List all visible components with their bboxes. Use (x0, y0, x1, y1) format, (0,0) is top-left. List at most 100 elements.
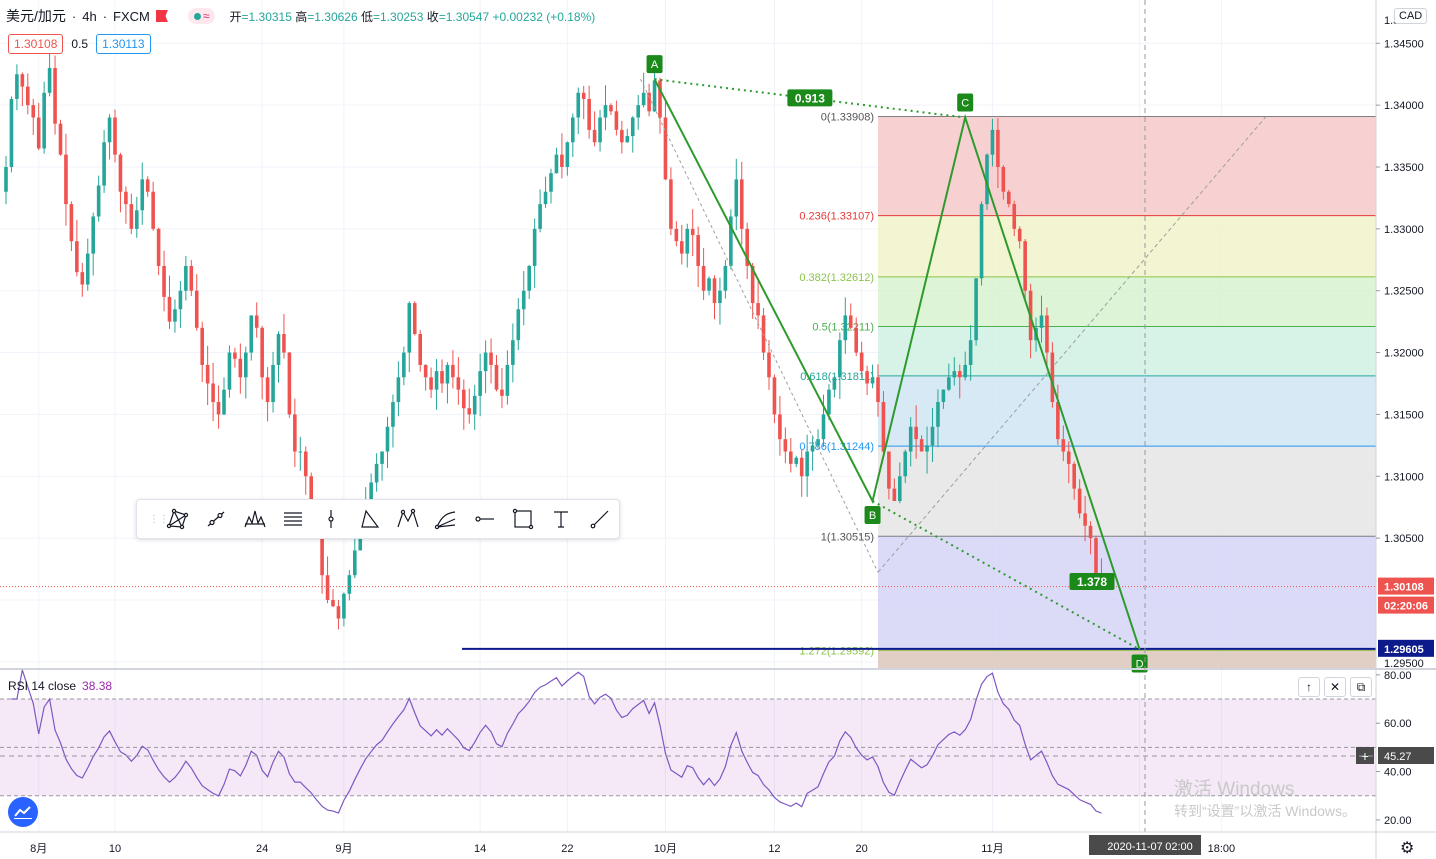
time-tick-label: 22 (561, 843, 573, 855)
candle-body (489, 352, 493, 365)
candle-body (739, 179, 744, 229)
candle-body (271, 364, 275, 403)
time-tick-label: 10月 (654, 843, 677, 855)
candle-body (36, 117, 41, 149)
candle-body (843, 315, 848, 341)
candle-body (598, 117, 602, 143)
candle-body (173, 309, 177, 322)
flag-icon[interactable] (155, 10, 168, 22)
drag-handle-icon[interactable]: ⋮⋮ (149, 514, 169, 525)
time-tick-label: 18:00 (1208, 843, 1236, 855)
candle-body (483, 352, 488, 372)
move-up-icon[interactable]: ↑ (1298, 677, 1320, 697)
fib-fan-icon[interactable] (427, 503, 465, 535)
candle-body (429, 377, 433, 390)
rsi-tick-label: 80.00 (1384, 670, 1412, 682)
price-tick-label: 1.30500 (1384, 533, 1424, 545)
horizontal-ray-icon[interactable] (466, 503, 504, 535)
ohlc-values: 开=1.30315 高=1.30626 低=1.30253 收=1.30547 … (229, 8, 595, 25)
candle-body (903, 451, 908, 477)
point-b-label: B (869, 510, 876, 522)
candle-body (538, 204, 542, 229)
candle-body (576, 92, 581, 118)
candle-body (287, 352, 292, 415)
candle-body (1017, 228, 1022, 242)
candle-body (407, 303, 412, 353)
time-tick-label: 10 (109, 843, 121, 855)
sell-price-button[interactable]: 1.30108 (8, 34, 64, 54)
candle-body (641, 92, 646, 106)
fib-level-label: 0.786(1.31244) (799, 441, 874, 453)
separator-dot: · (102, 8, 108, 24)
candle-body (118, 154, 123, 192)
candle-body (957, 371, 962, 378)
candle-body (260, 327, 264, 378)
parallel-lines-icon[interactable] (274, 503, 312, 535)
candle-body (979, 204, 984, 279)
vertical-line-icon[interactable] (312, 503, 350, 535)
head-shoulders-icon[interactable] (236, 503, 274, 535)
fib-zone (878, 276, 1376, 327)
rsi-tick-label: 40.00 (1384, 767, 1412, 779)
rsi-title[interactable]: RSI 14 close (8, 679, 76, 693)
ray-icon[interactable] (581, 503, 619, 535)
candle-body (347, 575, 352, 594)
price-tick-label: 1.31000 (1384, 471, 1424, 483)
candle-body (789, 451, 793, 464)
status-pill[interactable]: ≈ (187, 8, 216, 24)
candle-body (31, 105, 36, 118)
currency-button[interactable]: CAD (1394, 8, 1428, 24)
candle-body (293, 414, 297, 452)
abcd-pattern-icon[interactable] (351, 503, 389, 535)
candle-body (1094, 538, 1098, 576)
interval-label[interactable]: 4h (82, 9, 96, 24)
candle-body (336, 606, 341, 619)
candle-body (712, 278, 717, 304)
ratio-label-ac: 0.913 (795, 91, 825, 105)
drawing-toolbar: ⋮⋮ (136, 499, 620, 539)
candle-body (385, 426, 390, 452)
high-label: 高 (295, 9, 308, 24)
text-icon[interactable] (542, 503, 580, 535)
candle-body (805, 451, 809, 477)
rsi-pane (0, 669, 1376, 814)
candle-body (799, 457, 804, 477)
xabcd-pattern-icon[interactable] (159, 503, 197, 535)
trend-line-icon[interactable] (197, 503, 235, 535)
candle-body (1012, 204, 1017, 229)
symbol-name[interactable]: 美元/加元 (6, 6, 66, 26)
chart-canvas[interactable]: 0(1.33908) 0.236(1.33107) 0.382(1.32612) 0.… (0, 0, 1436, 859)
buy-price-button[interactable]: 1.30113 (96, 34, 151, 54)
price-tick-label: 1.32000 (1384, 348, 1424, 360)
candle-body (908, 426, 913, 452)
candle-body (58, 123, 63, 155)
gear-icon[interactable]: ⚙ (1400, 838, 1414, 858)
candle-body (467, 408, 472, 415)
candle-body (914, 426, 918, 440)
candle-body (609, 105, 613, 112)
candle-body (827, 389, 831, 415)
candle-body (320, 538, 324, 576)
rectangle-icon[interactable] (504, 503, 542, 535)
candle-body (113, 117, 117, 155)
candle-body (674, 228, 679, 242)
candle-body (810, 445, 815, 452)
rsi-value: 38.38 (82, 679, 113, 693)
close-icon[interactable]: ✕ (1324, 677, 1346, 697)
candle-body (69, 204, 74, 242)
elliott-wave-icon[interactable] (389, 503, 427, 535)
candle-body (587, 98, 591, 130)
fib-zone (878, 650, 1376, 668)
tradingview-logo-icon[interactable] (8, 797, 38, 827)
candle-body (941, 389, 946, 403)
candle-body (216, 402, 221, 415)
candle-body (1045, 315, 1049, 353)
maximize-icon[interactable]: ⧉ (1350, 677, 1372, 697)
candle-body (876, 377, 880, 403)
candle-body (690, 228, 695, 236)
time-tick-label: 12 (768, 843, 780, 855)
candle-body (374, 463, 379, 483)
candle-body (554, 154, 559, 174)
candle-body (521, 290, 526, 310)
source-label: FXCM (113, 8, 150, 24)
